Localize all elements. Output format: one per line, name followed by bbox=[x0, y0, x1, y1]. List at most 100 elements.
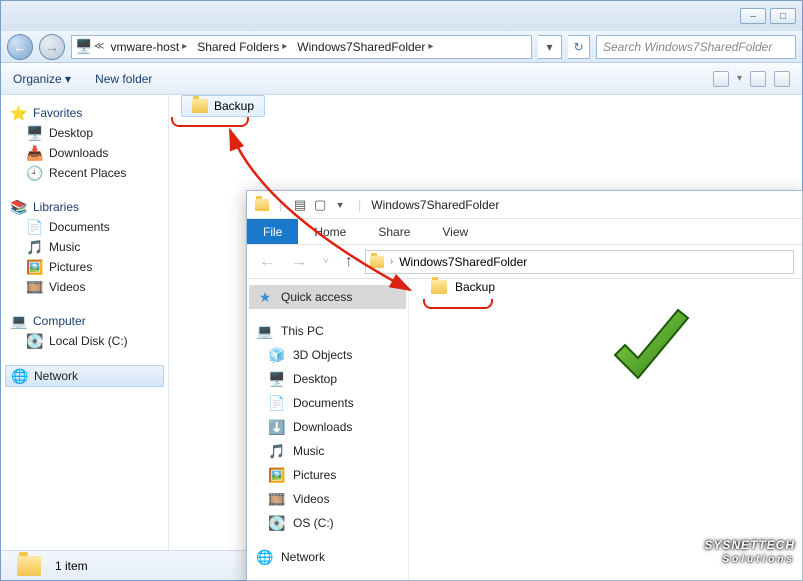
win10-explorer-window: | ▤ ▢ ▼ | Windows7SharedFolder File Home… bbox=[246, 190, 803, 581]
breadcrumb-shared[interactable]: Shared Folders▸ bbox=[193, 40, 291, 54]
sidebar-item-3dobjects[interactable]: 🧊3D Objects bbox=[249, 343, 406, 367]
back-button[interactable]: ← bbox=[7, 34, 33, 60]
win7-navbar: ← → 🖥️ ≪ vmware-host▸ Shared Folders▸ Wi… bbox=[1, 31, 802, 63]
pictures-icon: 🖼️ bbox=[269, 467, 285, 483]
sidebar-item-videos[interactable]: 🎞️Videos bbox=[5, 277, 164, 297]
breadcrumb-vmware[interactable]: vmware-host▸ bbox=[106, 40, 191, 54]
recent-icon: 🕘 bbox=[27, 165, 43, 181]
tab-home[interactable]: Home bbox=[298, 219, 362, 244]
win10-ribbon: File Home Share View bbox=[247, 219, 802, 245]
sidebar-item-music[interactable]: 🎵Music bbox=[249, 439, 406, 463]
sidebar-item-downloads[interactable]: ⬇️Downloads bbox=[249, 415, 406, 439]
win10-titlebar: | ▤ ▢ ▼ | Windows7SharedFolder bbox=[247, 191, 802, 219]
back-button[interactable]: ← bbox=[255, 253, 279, 271]
star-icon: ⭐ bbox=[11, 105, 27, 121]
music-icon: 🎵 bbox=[269, 443, 285, 459]
sidebar-libraries-head[interactable]: 📚Libraries bbox=[5, 197, 164, 217]
up-button[interactable]: ↑ bbox=[341, 253, 357, 271]
sidebar-item-recent[interactable]: 🕘Recent Places bbox=[5, 163, 164, 183]
sidebar-item-music[interactable]: 🎵Music bbox=[5, 237, 164, 257]
refresh-button[interactable]: ↻ bbox=[568, 35, 590, 59]
sidebar-item-pictures[interactable]: 🖼️Pictures bbox=[249, 463, 406, 487]
computer-icon: 💻 bbox=[257, 323, 273, 339]
breadcrumb-windows7[interactable]: Windows7SharedFolder▸ bbox=[293, 40, 437, 54]
folder-label: Backup bbox=[214, 99, 254, 113]
folder-icon bbox=[370, 256, 384, 268]
quick-access-toolbar: ▤ ▢ ▼ bbox=[292, 197, 348, 213]
history-dropdown[interactable]: ˅ bbox=[319, 256, 333, 267]
folder-label: Backup bbox=[455, 280, 495, 294]
organize-button[interactable]: Organize ▾ bbox=[13, 72, 71, 86]
tab-file[interactable]: File bbox=[247, 219, 298, 244]
preview-pane-icon[interactable] bbox=[750, 71, 766, 87]
address-bar[interactable]: › Windows7SharedFolder bbox=[365, 250, 794, 274]
win7-toolbar: Organize ▾ New folder ▾ bbox=[1, 63, 802, 95]
folder-icon bbox=[192, 99, 208, 113]
downloads-icon: 📥 bbox=[27, 145, 43, 161]
tab-share[interactable]: Share bbox=[362, 219, 426, 244]
toolbar-view-controls: ▾ bbox=[713, 71, 790, 87]
desktop-icon: 🖥️ bbox=[269, 371, 285, 387]
pictures-icon: 🖼️ bbox=[27, 259, 43, 275]
help-icon[interactable] bbox=[774, 71, 790, 87]
network-icon: 🌐 bbox=[257, 549, 273, 565]
view-dropdown-icon[interactable]: ▾ bbox=[737, 73, 742, 84]
videos-icon: 🎞️ bbox=[269, 491, 285, 507]
folder-icon bbox=[17, 556, 41, 576]
sidebar-computer-head[interactable]: 💻Computer bbox=[5, 311, 164, 331]
status-text: 1 item bbox=[55, 559, 88, 573]
sidebar-item-localdisk[interactable]: 💽Local Disk (C:) bbox=[5, 331, 164, 351]
view-options-icon[interactable] bbox=[713, 71, 729, 87]
win10-content[interactable]: Backup bbox=[409, 279, 802, 580]
chevron-right-icon[interactable]: ≪ bbox=[94, 41, 104, 52]
folder-icon bbox=[431, 280, 447, 294]
folder-backup[interactable]: Backup bbox=[427, 278, 499, 296]
music-icon: 🎵 bbox=[27, 239, 43, 255]
sidebar-item-documents[interactable]: 📄Documents bbox=[249, 391, 406, 415]
tab-view[interactable]: View bbox=[426, 219, 484, 244]
videos-icon: 🎞️ bbox=[27, 279, 43, 295]
documents-icon: 📄 bbox=[27, 219, 43, 235]
downloads-icon: ⬇️ bbox=[269, 419, 285, 435]
sidebar-network[interactable]: 🌐Network bbox=[249, 545, 406, 569]
minimize-button[interactable]: – bbox=[740, 8, 766, 24]
documents-icon: 📄 bbox=[269, 395, 285, 411]
search-input[interactable]: Search Windows7SharedFolder bbox=[596, 35, 796, 59]
sidebar-item-desktop[interactable]: 🖥️Desktop bbox=[249, 367, 406, 391]
sidebar-network-head[interactable]: 🌐Network bbox=[5, 365, 164, 387]
sidebar-item-documents[interactable]: 📄Documents bbox=[5, 217, 164, 237]
sidebar-item-desktop[interactable]: 🖥️Desktop bbox=[5, 123, 164, 143]
win7-sidebar: ⭐Favorites 🖥️Desktop 📥Downloads 🕘Recent … bbox=[1, 95, 169, 550]
win7-titlebar: – □ bbox=[1, 1, 802, 31]
sidebar-item-downloads[interactable]: 📥Downloads bbox=[5, 143, 164, 163]
forward-button[interactable]: → bbox=[287, 253, 311, 271]
sidebar-thispc[interactable]: 💻This PC bbox=[249, 319, 406, 343]
computer-icon: 🖥️ bbox=[76, 39, 92, 55]
sidebar-quickaccess[interactable]: ★Quick access bbox=[249, 285, 406, 309]
address-dropdown[interactable]: ▾ bbox=[538, 35, 562, 59]
breadcrumb-windows7[interactable]: Windows7SharedFolder bbox=[399, 255, 527, 269]
maximize-button[interactable]: □ bbox=[770, 8, 796, 24]
sidebar-item-osc[interactable]: 💽OS (C:) bbox=[249, 511, 406, 535]
win10-body: ★Quick access 💻This PC 🧊3D Objects 🖥️Des… bbox=[247, 279, 802, 580]
sidebar-item-pictures[interactable]: 🖼️Pictures bbox=[5, 257, 164, 277]
forward-button[interactable]: → bbox=[39, 34, 65, 60]
new-folder-button[interactable]: New folder bbox=[95, 72, 152, 86]
3d-icon: 🧊 bbox=[269, 347, 285, 363]
sidebar-favorites-head[interactable]: ⭐Favorites bbox=[5, 103, 164, 123]
computer-icon: 💻 bbox=[11, 313, 27, 329]
folder-backup[interactable]: Backup bbox=[181, 95, 265, 117]
win10-sidebar: ★Quick access 💻This PC 🧊3D Objects 🖥️Des… bbox=[247, 279, 409, 580]
libraries-icon: 📚 bbox=[11, 199, 27, 215]
new-folder-icon[interactable]: ▢ bbox=[312, 197, 328, 213]
address-bar[interactable]: 🖥️ ≪ vmware-host▸ Shared Folders▸ Window… bbox=[71, 35, 532, 59]
sidebar-item-videos[interactable]: 🎞️Videos bbox=[249, 487, 406, 511]
chevron-right-icon[interactable]: › bbox=[390, 256, 393, 267]
qat-dropdown-icon[interactable]: ▼ bbox=[332, 197, 348, 213]
network-icon: 🌐 bbox=[12, 368, 28, 384]
window-title: Windows7SharedFolder bbox=[371, 198, 499, 212]
star-icon: ★ bbox=[257, 289, 273, 305]
properties-icon[interactable]: ▤ bbox=[292, 197, 308, 213]
annotation-bracket bbox=[171, 117, 249, 127]
annotation-bracket bbox=[423, 299, 493, 309]
